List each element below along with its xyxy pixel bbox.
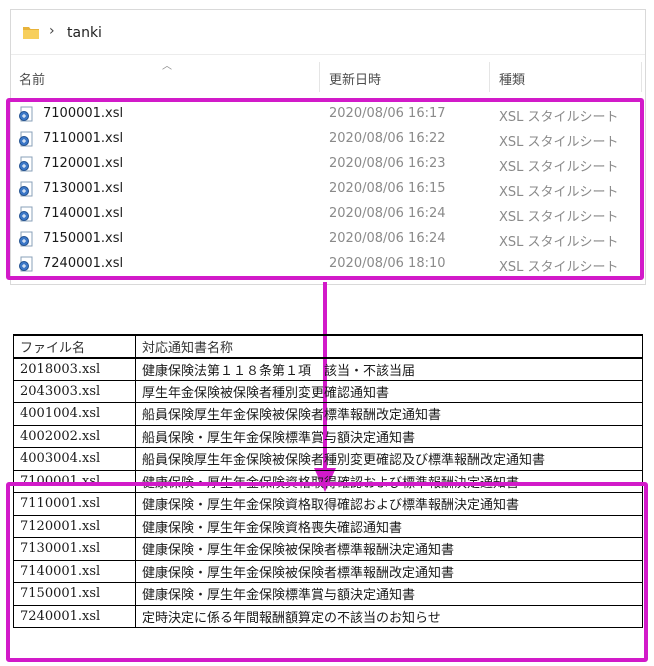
xsl-file-icon (19, 256, 33, 272)
xsl-file-icon (19, 131, 33, 147)
file-name: 7140001.xsl (43, 206, 124, 221)
file-type: XSL スタイルシート (499, 110, 619, 125)
file-type: XSL スタイルシート (499, 210, 619, 225)
cell-file: 4003004.xsl (13, 447, 136, 471)
file-explorer-window: › tanki ︿ 名前 更新日時 種類 7100001.xsl 2020/08… (10, 9, 646, 285)
table-row: 4002002.xsl 船員保険・厚生年金保険標準賞与額決定通知書 (13, 424, 643, 448)
cell-notice: 健康保険法第１１８条第１項 該当・不該当届 (135, 357, 643, 381)
chevron-right-icon[interactable]: › (49, 23, 55, 39)
file-name: 7120001.xsl (43, 156, 124, 171)
column-divider[interactable] (489, 62, 490, 92)
cell-notice: 船員保険厚生年金保険被保険者種別変更確認及び標準報酬改定通知書 (135, 447, 643, 471)
column-type-header[interactable]: 種類 (499, 69, 525, 88)
cell-notice: 船員保険厚生年金保険被保険者標準報酬改定通知書 (135, 402, 643, 426)
table-row: 7120001.xsl 健康保険・厚生年金保険資格喪失確認通知書 (13, 514, 643, 538)
column-name-header[interactable]: 名前 (19, 69, 45, 88)
file-type: XSL スタイルシート (499, 235, 619, 250)
file-type: XSL スタイルシート (499, 135, 619, 150)
column-divider[interactable] (641, 62, 642, 92)
header-file-name: ファイル名 (13, 334, 136, 359)
file-date: 2020/08/06 18:10 (329, 256, 446, 271)
cell-file: 7120001.xsl (13, 514, 136, 538)
address-bar[interactable]: › tanki (11, 10, 645, 55)
xsl-file-icon (19, 231, 33, 247)
cell-notice: 厚生年金保険被保険者種別変更確認通知書 (135, 379, 643, 403)
folder-icon (23, 27, 39, 39)
sort-ascending-icon: ︿ (162, 61, 172, 72)
cell-file: 4002002.xsl (13, 424, 136, 448)
file-name: 7150001.xsl (43, 231, 124, 246)
file-name: 7240001.xsl (43, 256, 124, 271)
cell-file: 7130001.xsl (13, 537, 136, 561)
table-row: 7240001.xsl 定時決定に係る年間報酬額算定の不該当のお知らせ (13, 604, 643, 628)
notice-mapping-table: ファイル名 対応通知書名称 2018003.xsl 健康保険法第１１８条第１項 該… (13, 334, 645, 658)
cell-file: 7140001.xsl (13, 559, 136, 583)
file-date: 2020/08/06 16:24 (329, 206, 446, 221)
column-date-header[interactable]: 更新日時 (329, 69, 381, 88)
cell-notice: 健康保険・厚生年金保険被保険者標準報酬改定通知書 (135, 559, 643, 583)
cell-notice: 健康保険・厚生年金保険資格喪失確認通知書 (135, 514, 643, 538)
file-list: 7100001.xsl 2020/08/06 16:17 XSL スタイルシート… (11, 102, 645, 277)
file-date: 2020/08/06 16:22 (329, 131, 446, 146)
file-type: XSL スタイルシート (499, 185, 619, 200)
cell-notice: 健康保険・厚生年金保険標準賞与額決定通知書 (135, 582, 643, 606)
table-row: 2043003.xsl 厚生年金保険被保険者種別変更確認通知書 (13, 379, 643, 403)
table-row: 7100001.xsl 健康保険・厚生年金保険資格取得確認および標準報酬決定通知書 (13, 469, 643, 493)
file-date: 2020/08/06 16:17 (329, 106, 446, 121)
table-row: 7140001.xsl 健康保険・厚生年金保険被保険者標準報酬改定通知書 (13, 559, 643, 583)
file-date: 2020/08/06 16:15 (329, 181, 446, 196)
cell-file: 7110001.xsl (13, 492, 136, 516)
cell-file: 7150001.xsl (13, 582, 136, 606)
cell-notice: 健康保険・厚生年金保険被保険者標準報酬決定通知書 (135, 537, 643, 561)
xsl-file-icon (19, 156, 33, 172)
column-divider[interactable] (319, 62, 320, 92)
table-row: 7110001.xsl 健康保険・厚生年金保険資格取得確認および標準報酬決定通知書 (13, 492, 643, 516)
file-row[interactable]: 7130001.xsl 2020/08/06 16:15 XSL スタイルシート (11, 177, 645, 202)
breadcrumb-tanki[interactable]: tanki (67, 25, 102, 41)
cell-notice: 定時決定に係る年間報酬額算定の不該当のお知らせ (135, 604, 643, 628)
table-row: 4001004.xsl 船員保険厚生年金保険被保険者標準報酬改定通知書 (13, 402, 643, 426)
xsl-file-icon (19, 206, 33, 222)
file-row[interactable]: 7150001.xsl 2020/08/06 16:24 XSL スタイルシート (11, 227, 645, 252)
file-date: 2020/08/06 16:23 (329, 156, 446, 171)
file-date: 2020/08/06 16:24 (329, 231, 446, 246)
cell-notice: 船員保険・厚生年金保険標準賞与額決定通知書 (135, 424, 643, 448)
cell-notice: 健康保険・厚生年金保険資格取得確認および標準報酬決定通知書 (135, 492, 643, 516)
file-row[interactable]: 7240001.xsl 2020/08/06 18:10 XSL スタイルシート (11, 252, 645, 277)
table-header-row: ファイル名 対応通知書名称 (13, 334, 643, 359)
cell-file: 7100001.xsl (13, 469, 136, 493)
cell-notice: 健康保険・厚生年金保険資格取得確認および標準報酬決定通知書 (135, 469, 643, 493)
cell-file: 2018003.xsl (13, 357, 136, 381)
cell-file: 4001004.xsl (13, 402, 136, 426)
cell-file: 2043003.xsl (13, 379, 136, 403)
xsl-file-icon (19, 181, 33, 197)
table-row: 2018003.xsl 健康保険法第１１８条第１項 該当・不該当届 (13, 357, 643, 381)
file-type: XSL スタイルシート (499, 160, 619, 175)
file-name: 7130001.xsl (43, 181, 124, 196)
file-row[interactable]: 7100001.xsl 2020/08/06 16:17 XSL スタイルシート (11, 102, 645, 127)
file-row[interactable]: 7140001.xsl 2020/08/06 16:24 XSL スタイルシート (11, 202, 645, 227)
table-row: 7130001.xsl 健康保険・厚生年金保険被保険者標準報酬決定通知書 (13, 537, 643, 561)
column-header: ︿ 名前 更新日時 種類 (11, 61, 645, 92)
file-name: 7100001.xsl (43, 106, 124, 121)
file-name: 7110001.xsl (43, 131, 124, 146)
table-row: 7150001.xsl 健康保険・厚生年金保険標準賞与額決定通知書 (13, 582, 643, 606)
xsl-file-icon (19, 106, 33, 122)
file-type: XSL スタイルシート (499, 260, 619, 275)
header-notice-name: 対応通知書名称 (135, 334, 643, 359)
file-row[interactable]: 7120001.xsl 2020/08/06 16:23 XSL スタイルシート (11, 152, 645, 177)
file-row[interactable]: 7110001.xsl 2020/08/06 16:22 XSL スタイルシート (11, 127, 645, 152)
cell-file: 7240001.xsl (13, 604, 136, 628)
table-row: 4003004.xsl 船員保険厚生年金保険被保険者種別変更確認及び標準報酬改定通… (13, 447, 643, 471)
